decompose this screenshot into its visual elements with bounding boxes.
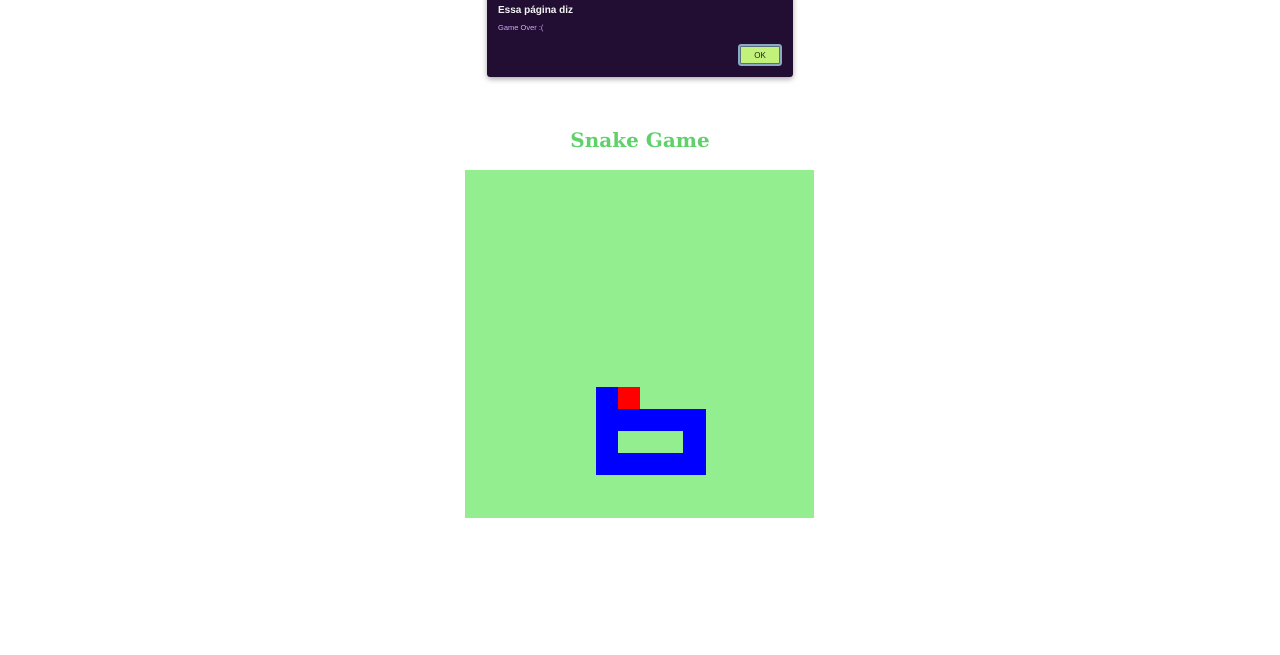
snake-segment [683,431,706,475]
ok-button[interactable]: OK [738,44,782,66]
alert-message: Game Over :( [498,23,544,32]
page: Essa página diz Game Over :( OK Snake Ga… [0,0,1280,655]
page-title: Snake Game [570,128,710,152]
game-board[interactable] [465,170,814,518]
food-item [618,387,640,409]
alert-dialog: Essa página diz Game Over :( OK [487,0,793,77]
snake-segment [618,409,706,431]
snake-segment [618,453,683,475]
alert-title: Essa página diz [498,5,574,16]
snake-segment [596,387,618,475]
